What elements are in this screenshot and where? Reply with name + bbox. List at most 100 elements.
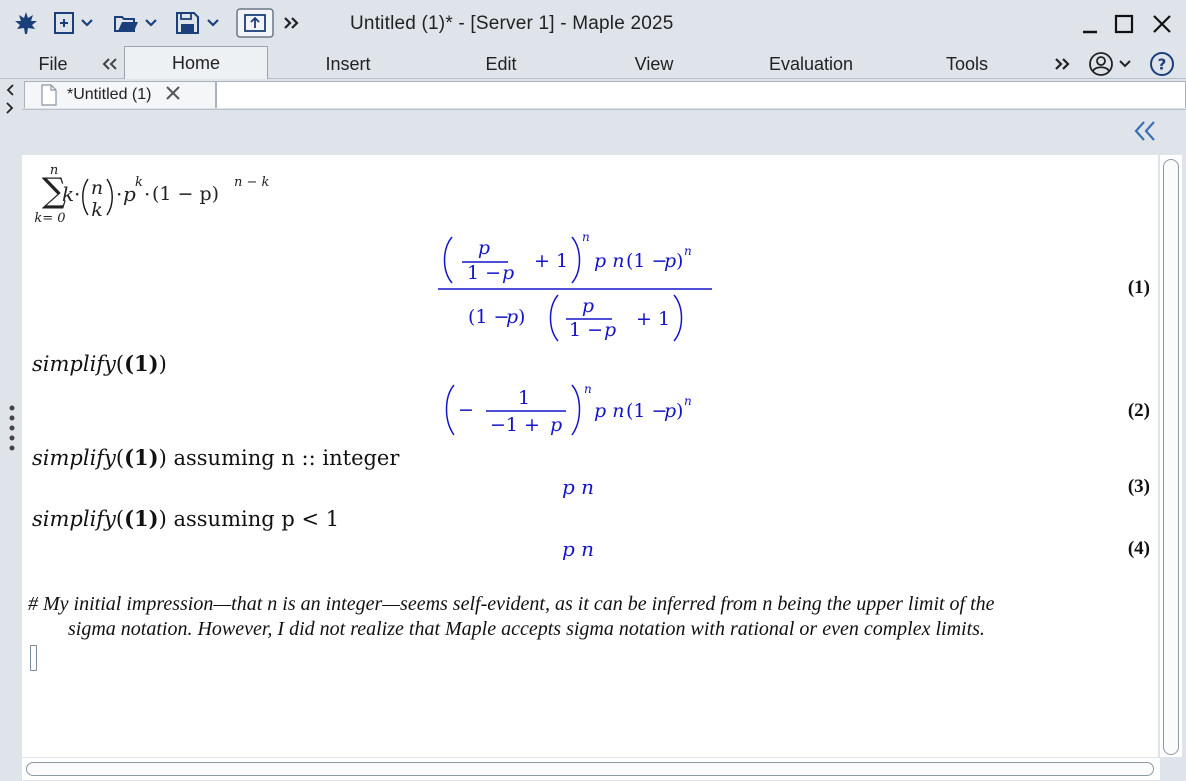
close-paren: ) [158, 446, 167, 470]
close-tab-button[interactable] [165, 85, 181, 106]
save-button[interactable] [174, 9, 226, 37]
horizontal-scrollbar[interactable] [22, 758, 1160, 780]
export-icon [236, 8, 274, 38]
svg-text:p n: p n [594, 250, 624, 272]
tab-edit[interactable]: Edit [466, 50, 536, 78]
exponent-k: k [135, 175, 143, 190]
chevron-left-double-icon [102, 58, 117, 70]
new-document-icon [54, 12, 93, 34]
more-tools-button[interactable] [282, 9, 302, 37]
vertical-scroll-thumb[interactable] [1163, 159, 1179, 755]
math-input-1[interactable]: n ∑ k= 0 k · n k · p k · (1 − p) n − k [30, 163, 330, 227]
math-input-3[interactable]: simplify((1)) assuming n :: integer [32, 445, 399, 470]
open-button[interactable] [112, 9, 164, 37]
help-button[interactable]: ? [1148, 50, 1176, 78]
math-output-2: − 1 −1 + p n p n (1 − p ) n [440, 381, 720, 441]
function-name: simplify [32, 446, 116, 470]
svg-text:n: n [684, 394, 692, 408]
grip-dots-icon [9, 405, 15, 451]
document-tab[interactable]: *Untitled (1) [24, 81, 216, 108]
dot-operator: · [116, 182, 123, 206]
chevron-left-icon [6, 84, 14, 114]
horizontal-scroll-thumb[interactable] [26, 762, 1154, 776]
svg-text:p n: p n [594, 400, 624, 422]
tab-view[interactable]: View [618, 50, 690, 78]
save-icon [176, 12, 219, 34]
term-k: k [62, 182, 75, 206]
tab-home[interactable]: Home [124, 46, 268, 79]
export-button[interactable] [236, 8, 274, 38]
close-paren: ) [158, 352, 167, 376]
tab-insert[interactable]: Insert [308, 50, 388, 78]
ribbon-tab-bar: File Home Insert Edit View Evaluation To… [0, 46, 1186, 79]
tab-bar-empty-area [216, 81, 1186, 108]
svg-text:(1 −: (1 − [626, 250, 667, 272]
collapse-ribbon-button[interactable] [98, 50, 122, 78]
svg-text:−1 +: −1 + [490, 414, 540, 436]
svg-text:1: 1 [518, 387, 530, 409]
equation-reference: (1) [124, 445, 159, 470]
chevron-right-double-icon [1055, 58, 1070, 70]
input-cursor[interactable] [30, 645, 37, 671]
window-title: Untitled (1)* - [Server 1] - Maple 2025 [350, 13, 674, 34]
term-p: p [123, 182, 136, 206]
tab-file[interactable]: File [28, 50, 78, 78]
binomial-bottom: k [91, 199, 103, 221]
svg-text:p: p [478, 237, 490, 259]
svg-text:+ 1: + 1 [534, 250, 568, 272]
svg-text:n: n [582, 231, 590, 244]
binomial-top: n [90, 177, 104, 199]
svg-text:(1 −: (1 − [468, 306, 509, 328]
dot-operator: · [144, 182, 151, 206]
svg-text:p: p [502, 262, 514, 284]
svg-text:p: p [550, 414, 562, 436]
sum-lower-limit: k= 0 [34, 211, 66, 226]
vertical-scrollbar[interactable] [1160, 155, 1182, 757]
svg-text:): ) [518, 306, 525, 328]
svg-text:+ 1: + 1 [636, 308, 670, 330]
new-document-button[interactable] [52, 9, 100, 37]
open-paren: ( [115, 507, 125, 531]
comment-line-2: sigma notation. However, I did not reali… [68, 618, 985, 640]
document-icon [41, 84, 57, 106]
minimize-button[interactable] [1078, 12, 1102, 36]
maximize-button[interactable] [1112, 12, 1136, 36]
equation-reference: (1) [124, 506, 159, 531]
more-tabs-button[interactable] [1050, 50, 1074, 78]
close-button[interactable] [1150, 12, 1174, 36]
binomial-right-paren [105, 177, 115, 221]
chevron-right-icon [6, 102, 14, 114]
comment-line-1: # My initial impression—that n is an int… [28, 593, 995, 615]
assuming-clause: assuming n :: integer [166, 446, 400, 470]
math-input-4[interactable]: simplify((1)) assuming p < 1 [32, 506, 339, 531]
svg-text:p: p [506, 306, 518, 328]
svg-text:1 −: 1 − [467, 262, 501, 284]
equation-label-2: (2) [1127, 400, 1150, 421]
document-tab-label: *Untitled (1) [67, 86, 152, 103]
math-output-1: p 1 − p + 1 n p n (1 − p ) n (1 − p ) p [438, 231, 712, 345]
equation-label-3: (3) [1127, 476, 1150, 497]
collapse-left-panel-button[interactable] [3, 81, 17, 121]
worksheet[interactable]: n ∑ k= 0 k · n k · p k · (1 − p) n − k p [22, 155, 1158, 757]
math-output-3: p n [562, 475, 595, 499]
svg-text:n: n [584, 382, 592, 396]
close-icon [1153, 15, 1171, 33]
tab-evaluation[interactable]: Evaluation [752, 50, 870, 78]
svg-text:p: p [604, 319, 616, 341]
math-output-4: p n [562, 537, 595, 561]
panel-drag-handle[interactable] [8, 404, 16, 460]
exponent-n-minus-k: n − k [234, 175, 270, 190]
svg-text:n: n [684, 244, 692, 258]
title-bar: Untitled (1)* - [Server 1] - Maple 2025 [0, 0, 1186, 46]
svg-text:?: ? [1158, 56, 1167, 74]
one-minus-p-text: (1 − p) [152, 183, 220, 205]
user-account-button[interactable] [1086, 50, 1138, 78]
svg-text:(1 −: (1 − [626, 400, 667, 422]
expand-palettes-button[interactable] [1132, 118, 1158, 148]
math-input-2[interactable]: simplify((1)) [32, 351, 167, 376]
maple-leaf-icon[interactable] [12, 9, 40, 37]
comment-block[interactable]: # My initial impression—that n is an int… [28, 593, 1138, 641]
tab-tools[interactable]: Tools [930, 50, 1004, 78]
svg-text:p: p [664, 250, 676, 272]
open-paren: ( [115, 352, 125, 376]
